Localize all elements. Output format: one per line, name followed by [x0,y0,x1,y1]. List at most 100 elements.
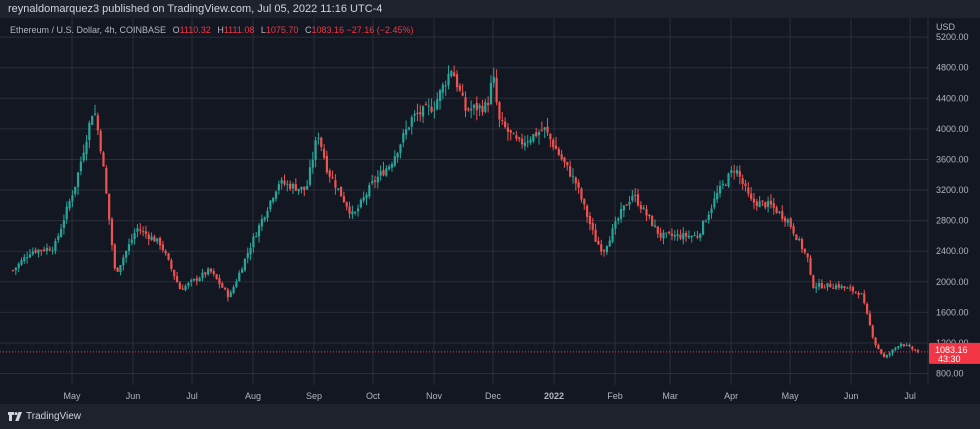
candle-body [653,225,657,227]
candle-body [201,272,204,278]
x-tick-label: Feb [607,391,623,401]
candle-body [676,234,679,237]
candle-body [642,207,645,210]
candle-body [192,278,196,281]
candle-body [639,204,642,210]
candle-body [424,104,428,106]
candle-body [761,200,764,202]
candle-body [809,258,812,275]
candle-body [560,154,563,160]
candle-body [20,260,23,265]
candle-body [40,250,43,252]
candle-body [371,181,374,184]
bar-countdown: 43:30 [938,354,961,364]
candle-body [156,238,159,242]
candle-body [153,236,156,242]
candle-body [419,112,422,115]
candle-body [139,229,142,231]
candle-body [583,199,586,205]
candle-body [390,164,394,168]
candle-body [738,170,741,177]
candle-body [297,188,300,192]
candle-body [283,180,286,185]
candle-body [781,211,784,219]
candle-body [54,241,57,252]
candle-body [85,141,88,155]
candle-body [74,186,77,194]
candle-body [105,167,108,194]
candle-body [758,201,761,208]
candle-body [625,204,628,206]
candle-body [204,272,207,275]
x-tick-label: Aug [245,391,261,401]
candle-body [552,139,555,148]
candle-body [747,187,750,194]
candle-body [455,74,459,88]
candle-body [744,183,747,186]
low-value: 1075.70 [265,25,299,35]
candle-body [792,225,795,234]
candle-body [733,171,736,173]
candle-body [416,112,419,114]
y-tick-label: 800.00 [936,369,964,379]
candle-body [682,233,685,240]
candle-body [246,253,249,259]
candle-body [119,265,122,273]
candle-body [362,197,365,201]
x-tick-label: Dec [485,391,502,401]
candle-body [532,134,535,142]
candle-body [342,196,345,203]
brand-name: TradingView [26,411,82,422]
candle-body [209,268,213,272]
candle-body [631,195,634,201]
candle-body [812,275,815,288]
candle-body [580,188,583,200]
candle-body [458,85,461,91]
candle-body [783,217,787,222]
y-tick-label: 1600.00 [936,307,969,317]
candle-body [470,108,473,111]
candle-body [857,292,860,295]
candle-body [659,232,662,238]
candle-body [546,126,549,133]
candle-body [170,260,173,269]
candle-body [574,177,577,184]
candle-body [786,219,790,223]
candle-body [554,145,558,150]
candle-body [167,253,170,260]
candle-body [405,129,408,135]
x-tick-label: Apr [724,391,738,401]
y-tick-label: 5200.00 [936,32,969,42]
candle-body [59,228,63,237]
y-tick-label: 2400.00 [936,246,969,256]
candle-body [178,282,181,290]
candle-body [413,113,416,116]
candle-body [826,283,829,288]
candle-body [614,221,617,229]
candle-body [277,184,280,191]
price-chart[interactable]: 800.001200.001600.002000.002400.002800.0… [0,0,980,429]
candle-body [591,223,594,230]
candle-body [775,207,778,214]
candle-body [586,205,589,217]
candle-body [300,186,303,190]
candle-body [334,180,337,188]
candle-body [175,276,179,283]
candle-body [396,152,399,158]
candle-body [735,169,739,174]
candle-body [31,251,34,255]
candle-body [240,269,244,273]
candle-body [238,272,241,282]
candle-body [320,137,323,148]
x-tick-label: Jun [126,391,141,401]
candle-body [136,228,139,232]
candle-body [543,127,546,130]
candle-body [537,132,541,136]
candle-body [716,192,719,200]
candle-body [34,250,37,253]
candle-body [407,127,411,130]
candle-body [467,108,470,111]
candle-body [495,78,498,103]
tradingview-logo[interactable]: TradingView [8,411,81,422]
candle-body [489,82,493,104]
